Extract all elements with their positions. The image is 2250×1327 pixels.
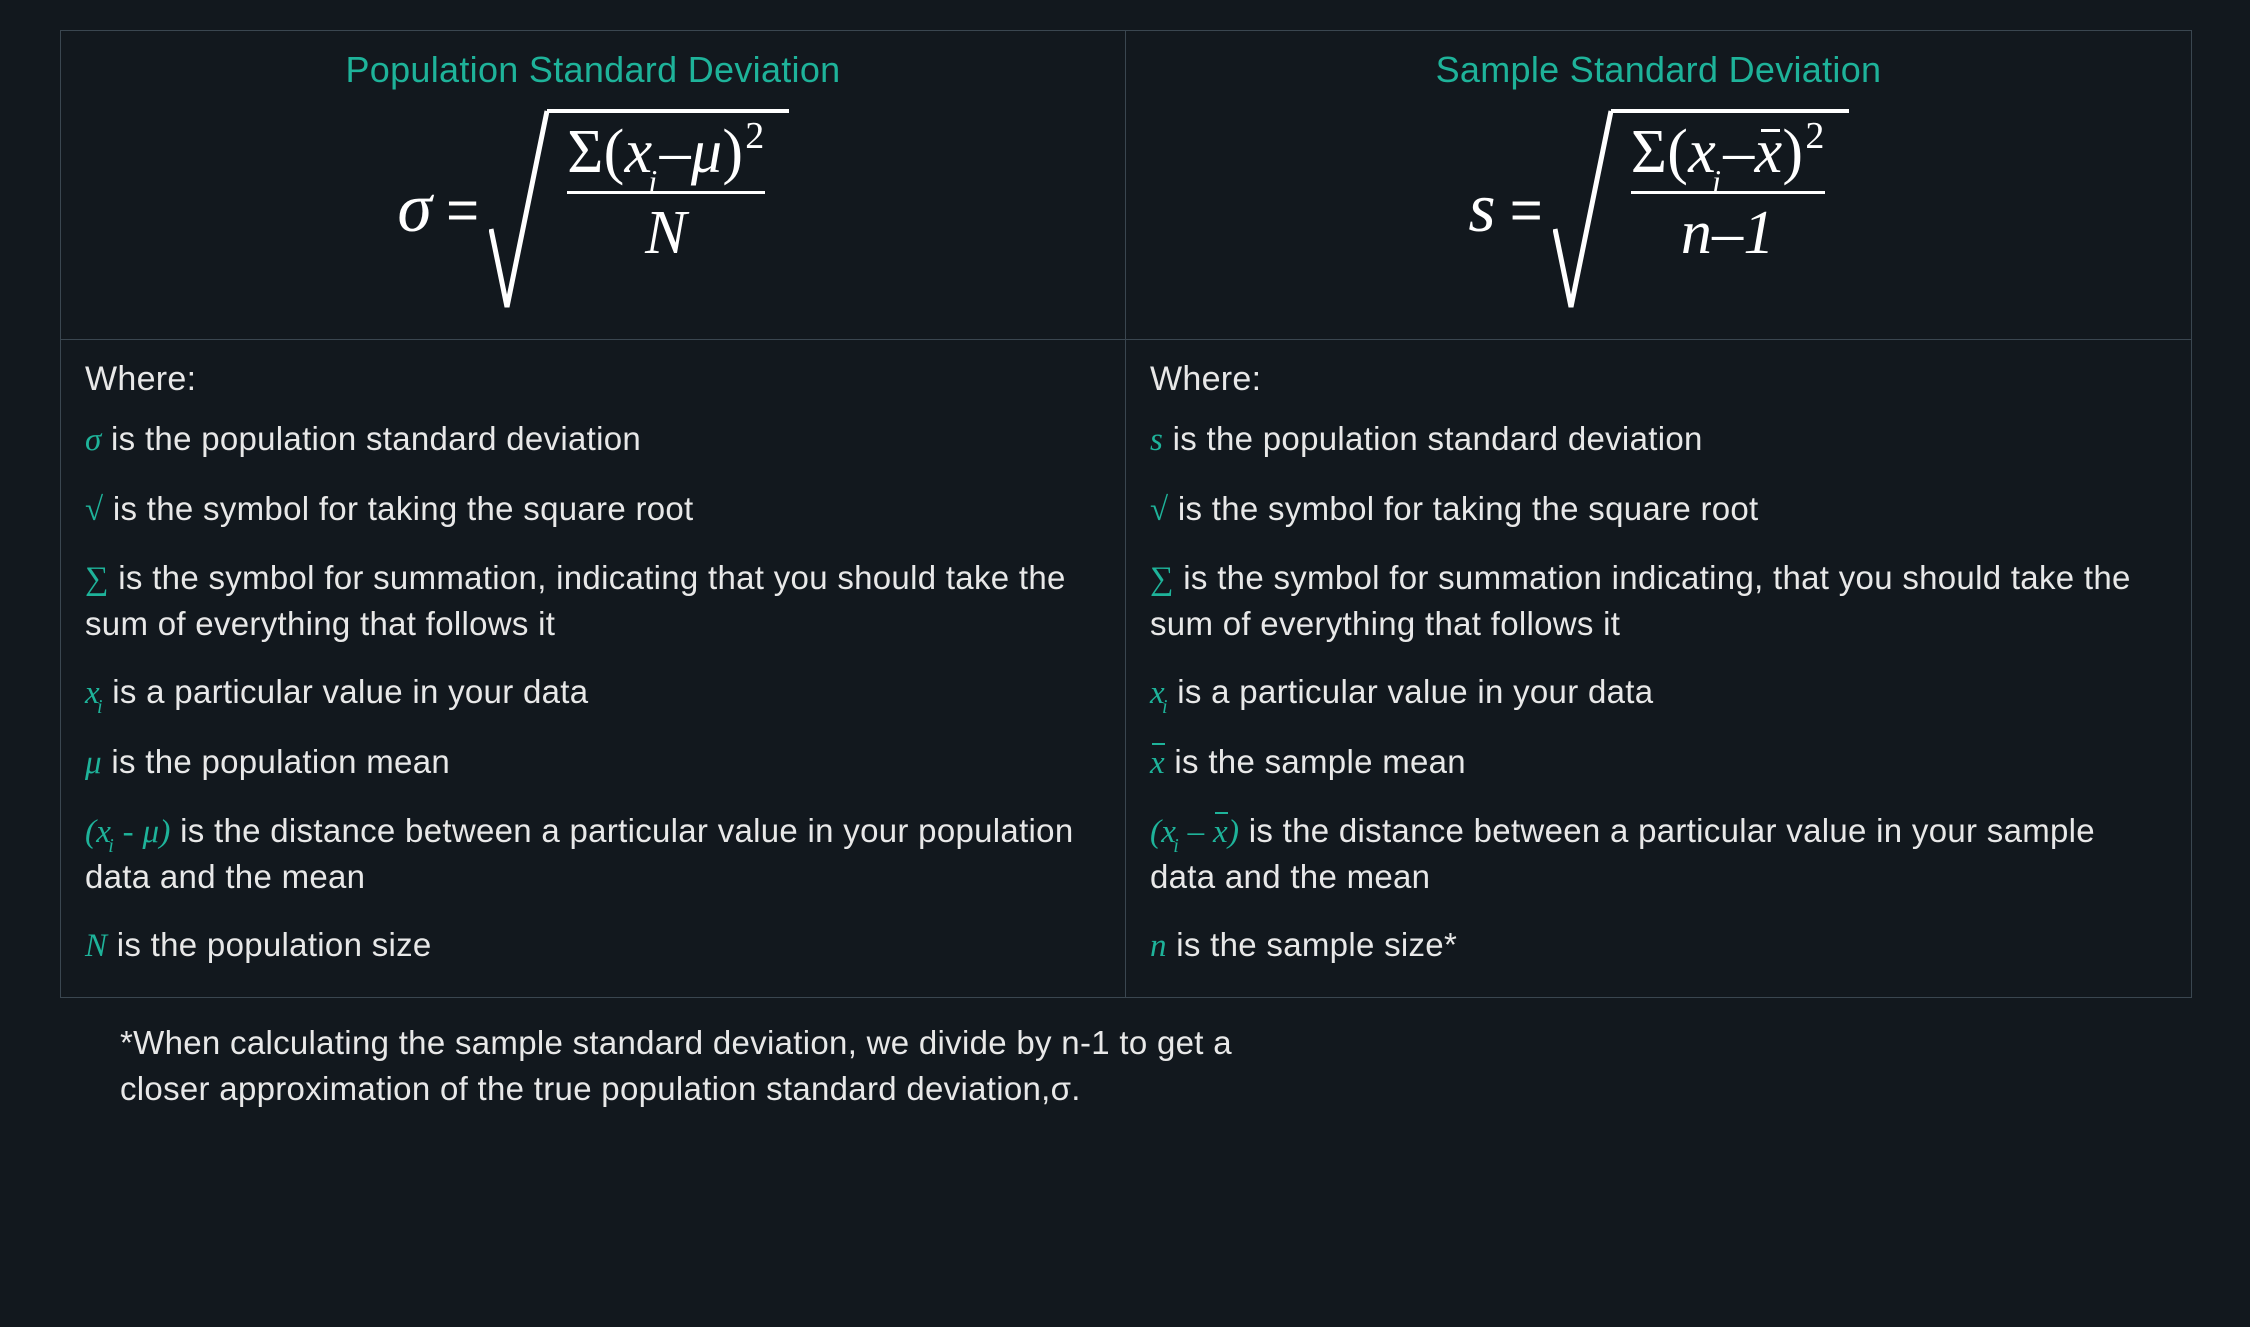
definition-symbol: σ — [85, 422, 102, 458]
definition-text: is the population standard deviation — [1163, 420, 1702, 457]
definition-symbol: (xi – x) — [1150, 814, 1239, 850]
population-definitions-list: σ is the population standard deviation √ … — [85, 417, 1101, 969]
definition-item: ∑ is the symbol for summation indicating… — [1150, 556, 2167, 646]
definition-item: √ is the symbol for taking the square ro… — [1150, 487, 2167, 533]
definition-item: (xi – x) is the distance between a parti… — [1150, 809, 2167, 899]
definition-symbol: ∑ — [85, 561, 109, 597]
definition-text: is the symbol for taking the square root — [103, 490, 693, 527]
sample-lhs-symbol: s — [1468, 169, 1496, 249]
definition-text: is a particular value in your data — [103, 673, 589, 710]
sample-fraction: Σ( x i – x ) 2 n–1 — [1613, 113, 1849, 270]
population-formula: σ = Σ( x i – — [397, 109, 788, 309]
definition-symbol: (xi - μ) — [85, 814, 171, 850]
definition-item: √ is the symbol for taking the square ro… — [85, 487, 1101, 533]
sample-definitions-cell: Where: s is the population standard devi… — [1126, 340, 2191, 997]
definition-text: is the population standard deviation — [102, 420, 641, 457]
sample-definitions-list: s is the population standard deviation √ … — [1150, 417, 2167, 969]
definition-item: N is the population size — [85, 923, 1101, 969]
definition-text: is the sample mean — [1165, 743, 1466, 780]
sample-formula-cell: Sample Standard Deviation s = Σ( — [1126, 31, 2191, 340]
definition-symbol: n — [1150, 928, 1167, 964]
definition-symbol: √ — [1150, 492, 1168, 528]
population-fraction: Σ( x i – μ ) 2 N — [549, 113, 788, 270]
population-formula-cell: Population Standard Deviation σ = Σ( — [61, 31, 1126, 340]
definition-item: σ is the population standard deviation — [85, 417, 1101, 463]
definition-text: is the symbol for taking the square root — [1168, 490, 1758, 527]
equals-sign: = — [1510, 177, 1543, 242]
definition-symbol: xi — [85, 675, 103, 711]
sample-numerator: Σ( x i – x ) 2 — [1631, 121, 1825, 183]
definition-item: ∑ is the symbol for summation, indicatin… — [85, 556, 1101, 646]
equals-sign: = — [446, 177, 479, 242]
page-root: Population Standard Deviation σ = Σ( — [0, 0, 2250, 1327]
radical-icon: Σ( x i – μ ) 2 N — [489, 109, 788, 309]
definition-symbol: μ — [85, 745, 102, 781]
definition-item: xi is a particular value in your data — [1150, 670, 2167, 716]
definition-text: is a particular value in your data — [1168, 673, 1654, 710]
sample-denominator: n–1 — [1681, 198, 1775, 270]
where-label: Where: — [1150, 360, 2167, 399]
radical-icon: Σ( x i – x ) 2 n–1 — [1553, 109, 1849, 309]
where-label: Where: — [85, 360, 1101, 399]
footnote-line-1: *When calculating the sample standard de… — [120, 1020, 2190, 1066]
definition-symbol: √ — [85, 492, 103, 528]
footnote-line-2: closer approximation of the true populat… — [120, 1066, 2190, 1112]
definition-text: is the sample size* — [1167, 926, 1457, 963]
definition-text: is the population size — [107, 926, 431, 963]
definition-item: (xi - μ) is the distance between a parti… — [85, 809, 1101, 899]
population-title: Population Standard Deviation — [81, 49, 1105, 91]
definition-symbol: s — [1150, 422, 1163, 458]
definition-text: is the symbol for summation, indicating … — [85, 559, 1066, 642]
sample-formula: s = Σ( x i – — [1468, 109, 1848, 309]
definition-text: is the population mean — [102, 743, 450, 780]
x-bar-symbol: x — [1755, 121, 1783, 183]
definition-symbol: ∑ — [1150, 561, 1174, 597]
definition-item: n is the sample size* — [1150, 923, 2167, 969]
footnote: *When calculating the sample standard de… — [60, 1020, 2190, 1112]
definition-item: μ is the population mean — [85, 740, 1101, 786]
definition-item: x is the sample mean — [1150, 740, 2167, 786]
definition-symbol: x — [1150, 745, 1165, 781]
definition-text: is the distance between a particular val… — [1150, 812, 2095, 895]
population-lhs-symbol: σ — [397, 169, 432, 249]
definition-text: is the symbol for summation indicating, … — [1150, 559, 2131, 642]
population-denominator: N — [645, 198, 687, 270]
definition-text: is the distance between a particular val… — [85, 812, 1073, 895]
sd-table: Population Standard Deviation σ = Σ( — [60, 30, 2192, 998]
definition-item: s is the population standard deviation — [1150, 417, 2167, 463]
sample-title: Sample Standard Deviation — [1146, 49, 2171, 91]
definition-symbol: xi — [1150, 675, 1168, 711]
population-numerator: Σ( x i – μ ) 2 — [567, 121, 764, 183]
population-definitions-cell: Where: σ is the population standard devi… — [61, 340, 1126, 997]
definition-symbol: N — [85, 928, 107, 964]
definition-item: xi is a particular value in your data — [85, 670, 1101, 716]
